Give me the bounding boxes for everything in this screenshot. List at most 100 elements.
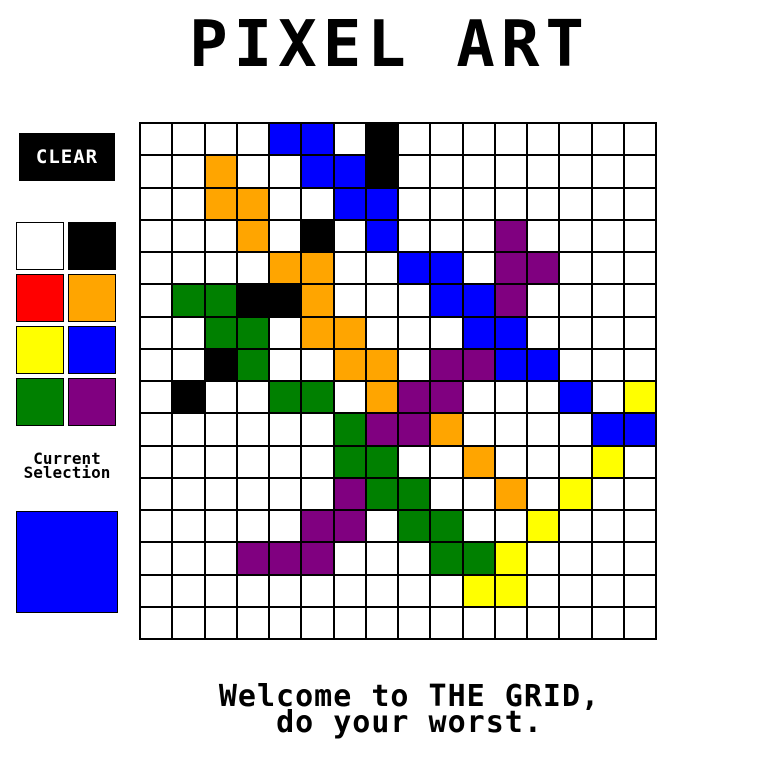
grid-cell[interactable] (334, 156, 365, 187)
grid-cell[interactable] (302, 607, 333, 638)
grid-cell[interactable] (399, 285, 430, 316)
grid-cell[interactable] (141, 253, 172, 284)
grid-cell[interactable] (592, 220, 623, 251)
grid-cell[interactable] (431, 253, 462, 284)
grid-cell[interactable] (528, 349, 559, 380)
grid-cell[interactable] (366, 575, 397, 606)
grid-cell[interactable] (495, 156, 526, 187)
grid-cell[interactable] (237, 511, 268, 542)
grid-cell[interactable] (624, 188, 655, 219)
grid-cell[interactable] (495, 220, 526, 251)
grid-cell[interactable] (431, 156, 462, 187)
grid-cell[interactable] (270, 285, 301, 316)
grid-cell[interactable] (528, 446, 559, 477)
grid-cell[interactable] (495, 543, 526, 574)
grid-cell[interactable] (173, 511, 204, 542)
grid-cell[interactable] (528, 285, 559, 316)
grid-cell[interactable] (237, 575, 268, 606)
grid-cell[interactable] (560, 220, 591, 251)
grid-cell[interactable] (431, 382, 462, 413)
grid-cell[interactable] (205, 317, 236, 348)
grid-cell[interactable] (592, 188, 623, 219)
grid-cell[interactable] (173, 575, 204, 606)
grid-cell[interactable] (237, 382, 268, 413)
grid-cell[interactable] (141, 607, 172, 638)
grid-cell[interactable] (592, 317, 623, 348)
grid-cell[interactable] (302, 414, 333, 445)
grid-cell[interactable] (334, 317, 365, 348)
grid-cell[interactable] (173, 446, 204, 477)
grid-cell[interactable] (302, 575, 333, 606)
grid-cell[interactable] (592, 253, 623, 284)
color-swatch-green[interactable] (16, 378, 64, 426)
grid-cell[interactable] (141, 575, 172, 606)
grid-cell[interactable] (237, 156, 268, 187)
grid-cell[interactable] (463, 543, 494, 574)
grid-cell[interactable] (141, 478, 172, 509)
grid-cell[interactable] (173, 124, 204, 155)
grid-cell[interactable] (431, 124, 462, 155)
grid-cell[interactable] (270, 382, 301, 413)
grid-cell[interactable] (270, 317, 301, 348)
grid-cell[interactable] (270, 543, 301, 574)
grid-cell[interactable] (366, 511, 397, 542)
grid-cell[interactable] (205, 156, 236, 187)
grid-cell[interactable] (495, 382, 526, 413)
grid-cell[interactable] (205, 511, 236, 542)
grid-cell[interactable] (173, 253, 204, 284)
grid-cell[interactable] (334, 253, 365, 284)
grid-cell[interactable] (334, 285, 365, 316)
grid-cell[interactable] (141, 124, 172, 155)
grid-cell[interactable] (237, 124, 268, 155)
grid-cell[interactable] (205, 253, 236, 284)
grid-cell[interactable] (431, 575, 462, 606)
grid-cell[interactable] (334, 382, 365, 413)
grid-cell[interactable] (366, 220, 397, 251)
grid-cell[interactable] (463, 414, 494, 445)
grid-cell[interactable] (237, 446, 268, 477)
grid-cell[interactable] (528, 156, 559, 187)
grid-cell[interactable] (141, 285, 172, 316)
grid-cell[interactable] (624, 349, 655, 380)
grid-cell[interactable] (141, 220, 172, 251)
grid-cell[interactable] (592, 446, 623, 477)
grid-cell[interactable] (173, 188, 204, 219)
grid-cell[interactable] (560, 285, 591, 316)
grid-cell[interactable] (592, 349, 623, 380)
grid-cell[interactable] (366, 543, 397, 574)
grid-cell[interactable] (431, 220, 462, 251)
grid-cell[interactable] (302, 253, 333, 284)
grid-cell[interactable] (302, 188, 333, 219)
grid-cell[interactable] (463, 478, 494, 509)
grid-cell[interactable] (431, 317, 462, 348)
grid-cell[interactable] (495, 446, 526, 477)
grid-cell[interactable] (270, 478, 301, 509)
grid-cell[interactable] (624, 317, 655, 348)
grid-cell[interactable] (399, 220, 430, 251)
grid-cell[interactable] (399, 156, 430, 187)
grid-cell[interactable] (463, 317, 494, 348)
grid-cell[interactable] (463, 575, 494, 606)
grid-cell[interactable] (463, 607, 494, 638)
grid-cell[interactable] (302, 156, 333, 187)
grid-cell[interactable] (528, 317, 559, 348)
color-swatch-blue[interactable] (68, 326, 116, 374)
grid-cell[interactable] (528, 511, 559, 542)
grid-cell[interactable] (237, 285, 268, 316)
color-swatch-purple[interactable] (68, 378, 116, 426)
grid-cell[interactable] (592, 575, 623, 606)
grid-cell[interactable] (334, 543, 365, 574)
grid-cell[interactable] (592, 285, 623, 316)
grid-cell[interactable] (399, 511, 430, 542)
grid-cell[interactable] (334, 511, 365, 542)
grid-cell[interactable] (495, 188, 526, 219)
grid-cell[interactable] (592, 543, 623, 574)
grid-cell[interactable] (624, 478, 655, 509)
color-swatch-black[interactable] (68, 222, 116, 270)
grid-cell[interactable] (624, 124, 655, 155)
grid-cell[interactable] (141, 446, 172, 477)
grid-cell[interactable] (431, 607, 462, 638)
grid-cell[interactable] (366, 156, 397, 187)
grid-cell[interactable] (431, 478, 462, 509)
grid-cell[interactable] (624, 575, 655, 606)
